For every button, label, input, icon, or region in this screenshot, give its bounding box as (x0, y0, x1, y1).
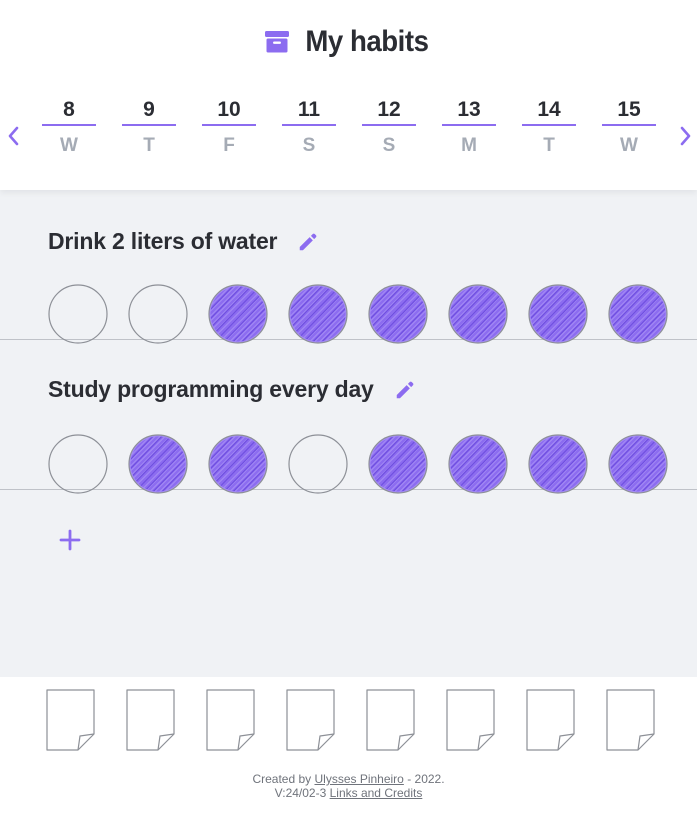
checkin-circle-done[interactable] (528, 434, 588, 494)
archive-box-icon (264, 31, 289, 53)
day-letter: M (461, 135, 477, 156)
day-letter: W (620, 135, 638, 156)
habit-row: Study programming every day (0, 340, 697, 494)
checkin-circle-empty[interactable] (48, 434, 108, 494)
day-number: 14 (522, 96, 576, 126)
plus-icon[interactable] (58, 528, 82, 552)
credits: Created by Ulysses Pinheiro - 2022. V:24… (0, 772, 697, 800)
app-title: My habits (0, 22, 697, 62)
note-page-icon[interactable] (206, 689, 256, 751)
habit-name: Drink 2 liters of water (48, 228, 278, 254)
day-column: 8 W (42, 96, 96, 156)
note-page-icon[interactable] (286, 689, 336, 751)
checkin-circle-done[interactable] (208, 434, 268, 494)
credits-suffix: - 2022. (407, 772, 445, 786)
day-column: 12 S (362, 96, 416, 156)
checkin-circle-done[interactable] (448, 284, 508, 344)
checkin-circle-done[interactable] (368, 434, 428, 494)
day-column: 14 T (522, 96, 576, 156)
day-letter: S (302, 135, 316, 156)
checkin-circle-done[interactable] (208, 284, 268, 344)
note-page-icon[interactable] (366, 689, 416, 751)
note-page-icon[interactable] (606, 689, 656, 751)
day-number: 10 (202, 96, 256, 126)
version-text: V:24/02-3 (274, 786, 327, 800)
author-link[interactable]: Ulysses Pinheiro (314, 772, 403, 786)
links-and-credits-link[interactable]: Links and Credits (330, 786, 423, 800)
day-letter: S (382, 135, 396, 156)
day-letter: T (143, 135, 155, 156)
note-page-icon[interactable] (126, 689, 176, 751)
day-column: 9 T (122, 96, 176, 156)
previous-week-button[interactable] (1, 122, 25, 150)
pencil-icon[interactable] (297, 231, 319, 253)
checkin-circle-empty[interactable] (128, 284, 188, 344)
day-column: 10 F (202, 96, 256, 156)
day-number: 15 (602, 96, 656, 126)
note-page-icon[interactable] (446, 689, 496, 751)
day-letter: F (223, 135, 235, 156)
note-page-icon[interactable] (46, 689, 96, 751)
chevron-right-icon (680, 126, 691, 146)
habit-title: Drink 2 liters of water (48, 228, 319, 255)
checkin-circle-done[interactable] (608, 284, 668, 344)
credits-prefix: Created by (252, 772, 312, 786)
page-title: My habits (304, 25, 429, 58)
day-letter: W (60, 135, 78, 156)
day-number: 9 (122, 96, 176, 126)
day-column: 15 W (602, 96, 656, 156)
habit-row: Drink 2 liters of water (0, 190, 697, 344)
day-column: 11 S (282, 96, 336, 156)
habit-title: Study programming every day (48, 376, 416, 403)
checkin-circle-empty[interactable] (48, 284, 108, 344)
day-number: 13 (442, 96, 496, 126)
checkin-circle-done[interactable] (528, 284, 588, 344)
checkin-circle-done[interactable] (368, 284, 428, 344)
day-column: 13 M (442, 96, 496, 156)
checkin-circle-done[interactable] (448, 434, 508, 494)
note-page-icon[interactable] (526, 689, 576, 751)
day-number: 8 (42, 96, 96, 126)
pencil-icon[interactable] (394, 379, 416, 401)
chevron-left-icon (8, 126, 19, 146)
day-number: 12 (362, 96, 416, 126)
day-number: 11 (282, 96, 336, 126)
checkin-circle-empty[interactable] (288, 434, 348, 494)
habit-name: Study programming every day (48, 376, 374, 402)
footer: Created by Ulysses Pinheiro - 2022. V:24… (0, 677, 697, 813)
checkin-circle-done[interactable] (128, 434, 188, 494)
day-letter: T (543, 135, 555, 156)
checkin-circle-done[interactable] (288, 284, 348, 344)
next-week-button[interactable] (674, 122, 697, 150)
checkin-circle-done[interactable] (608, 434, 668, 494)
app-header: My habits 8 W 9 T 10 F 11 S 12 S 13 M 14… (0, 0, 697, 190)
habits-list: Drink 2 liters of water Study programmin… (0, 190, 697, 677)
